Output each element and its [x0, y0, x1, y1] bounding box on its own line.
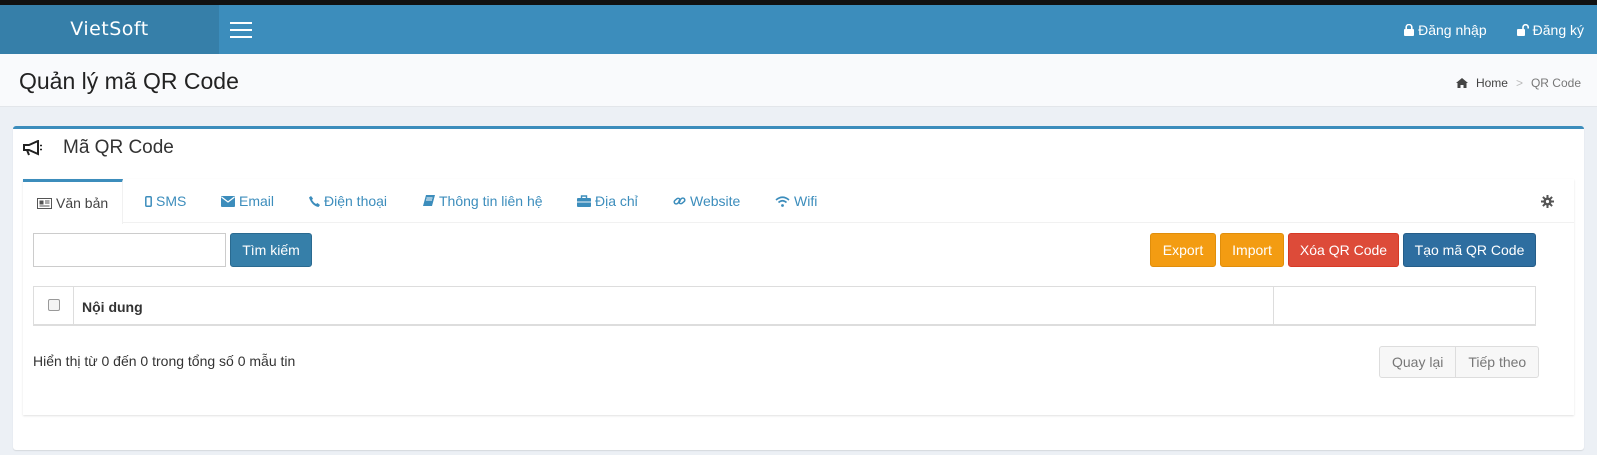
briefcase-icon [577, 195, 591, 207]
wifi-icon [775, 195, 790, 207]
box-title-label: Mã QR Code [63, 137, 174, 158]
pagination: Quay lại Tiếp theo [1379, 346, 1540, 378]
tab-website[interactable]: Website [673, 179, 740, 223]
qr-table: Nội dung [33, 286, 1536, 326]
delete-qr-button[interactable]: Xóa QR Code [1288, 233, 1399, 267]
newspaper-icon [37, 197, 52, 209]
tab-van-ban[interactable]: Văn bản [23, 179, 124, 224]
link-icon [673, 197, 686, 205]
create-qr-button[interactable]: Tạo mã QR Code [1403, 233, 1536, 267]
tab-label: Địa chỉ [595, 193, 638, 209]
tabs-container: Văn bản SMS Email Điện thoại Thông tin l… [23, 179, 1574, 415]
gear-icon[interactable] [1541, 195, 1554, 208]
home-icon [1455, 78, 1468, 88]
tab-label: Website [690, 193, 741, 209]
import-button[interactable]: Import [1220, 233, 1284, 267]
tab-sms[interactable]: SMS [145, 179, 186, 223]
mobile-icon [145, 195, 152, 207]
navbar-right: Đăng nhập Đăng ký [1387, 5, 1597, 54]
tab-thong-tin-lien-he[interactable]: Thông tin liên hệ [423, 179, 543, 223]
breadcrumb-separator: > [1515, 76, 1523, 90]
box-title: Mã QR Code [23, 137, 174, 159]
column-header-actions [1273, 287, 1535, 325]
register-label: Đăng ký [1532, 21, 1584, 38]
envelope-icon [221, 195, 235, 207]
lock-icon [1404, 23, 1415, 36]
content-header: Quản lý mã QR Code Home > QR Code [0, 54, 1597, 107]
column-header-content[interactable]: Nội dung [82, 299, 143, 315]
tab-label: Wifi [794, 193, 818, 209]
page-title: Quản lý mã QR Code [19, 68, 239, 94]
phone-icon [309, 195, 320, 207]
breadcrumb: Home > QR Code [1455, 76, 1581, 90]
tab-dien-thoai[interactable]: Điện thoại [309, 179, 387, 223]
book-icon [423, 195, 435, 206]
login-link[interactable]: Đăng nhập [1404, 22, 1487, 38]
top-navbar: VietSoft Đăng nhập Đăng ký [0, 5, 1597, 54]
login-label: Đăng nhập [1418, 21, 1487, 38]
breadcrumb-current: QR Code [1530, 76, 1581, 90]
tab-label: SMS [156, 193, 187, 209]
unlock-icon [1516, 23, 1529, 36]
select-all-cell [34, 287, 74, 325]
pagination-info: Hiển thị từ 0 đến 0 trong tổng số 0 mẫu … [33, 353, 296, 369]
tab-label: Email [239, 193, 275, 209]
tab-wifi[interactable]: Wifi [775, 179, 817, 223]
breadcrumb-home[interactable]: Home [1476, 76, 1508, 90]
bullhorn-icon [23, 140, 42, 156]
search-button[interactable]: Tìm kiếm [230, 233, 312, 267]
search-input[interactable] [33, 233, 226, 267]
export-button[interactable]: Export [1150, 233, 1216, 267]
select-all-checkbox[interactable] [48, 299, 60, 311]
tab-label: Văn bản [56, 195, 109, 211]
qr-code-box: Mã QR Code Văn bản SMS Email Điện thoại … [13, 126, 1584, 450]
register-link[interactable]: Đăng ký [1516, 21, 1584, 38]
app-logo[interactable]: VietSoft [0, 5, 219, 54]
sidebar-toggle-icon[interactable] [230, 22, 252, 38]
tab-label: Điện thoại [324, 193, 388, 209]
tab-email[interactable]: Email [221, 179, 274, 223]
previous-page-button[interactable]: Quay lại [1380, 347, 1455, 377]
next-page-button[interactable]: Tiếp theo [1455, 347, 1538, 377]
tab-dia-chi[interactable]: Địa chỉ [577, 179, 638, 223]
qr-type-tabs: Văn bản SMS Email Điện thoại Thông tin l… [23, 179, 1574, 224]
tab-label: Thông tin liên hệ [439, 193, 543, 209]
